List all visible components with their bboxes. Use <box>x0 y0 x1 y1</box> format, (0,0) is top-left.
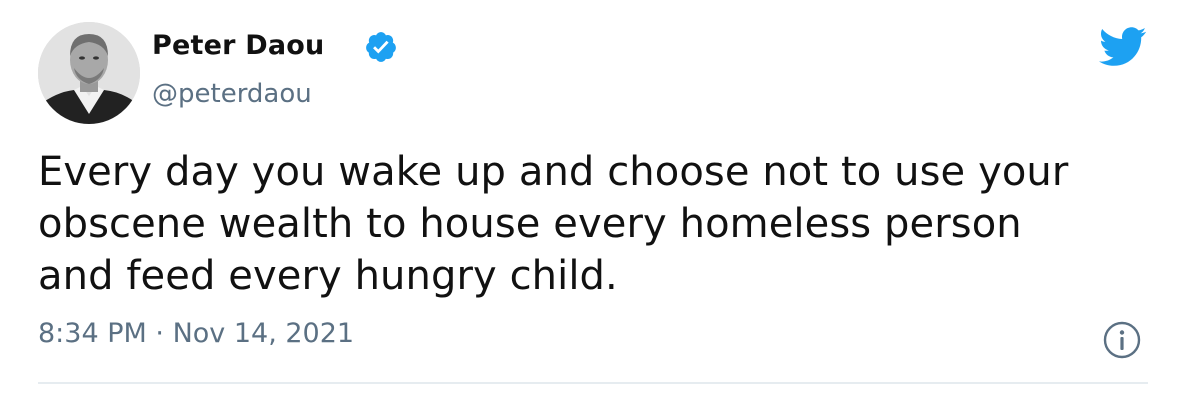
user-handle[interactable]: @peterdaou <box>152 79 312 109</box>
tweet-text: Every day you wake up and choose not to … <box>38 149 1069 299</box>
tweet-card: Peter Daou @peterdaou Every day you wake… <box>0 0 1184 404</box>
avatar[interactable] <box>38 22 140 124</box>
tweet-date: Nov 14, 2021 <box>172 318 355 349</box>
display-name[interactable]: Peter Daou <box>152 30 324 61</box>
tweet-time: 8:34 PM <box>38 318 147 349</box>
profile-photo <box>38 22 140 124</box>
timestamp-separator: · <box>155 318 164 349</box>
info-icon[interactable] <box>1102 320 1142 360</box>
verified-badge-icon <box>364 30 398 64</box>
divider <box>38 382 1148 384</box>
twitter-bird-icon[interactable] <box>1099 25 1147 69</box>
tweet-timestamp[interactable]: 8:34 PM · Nov 14, 2021 <box>38 318 354 349</box>
